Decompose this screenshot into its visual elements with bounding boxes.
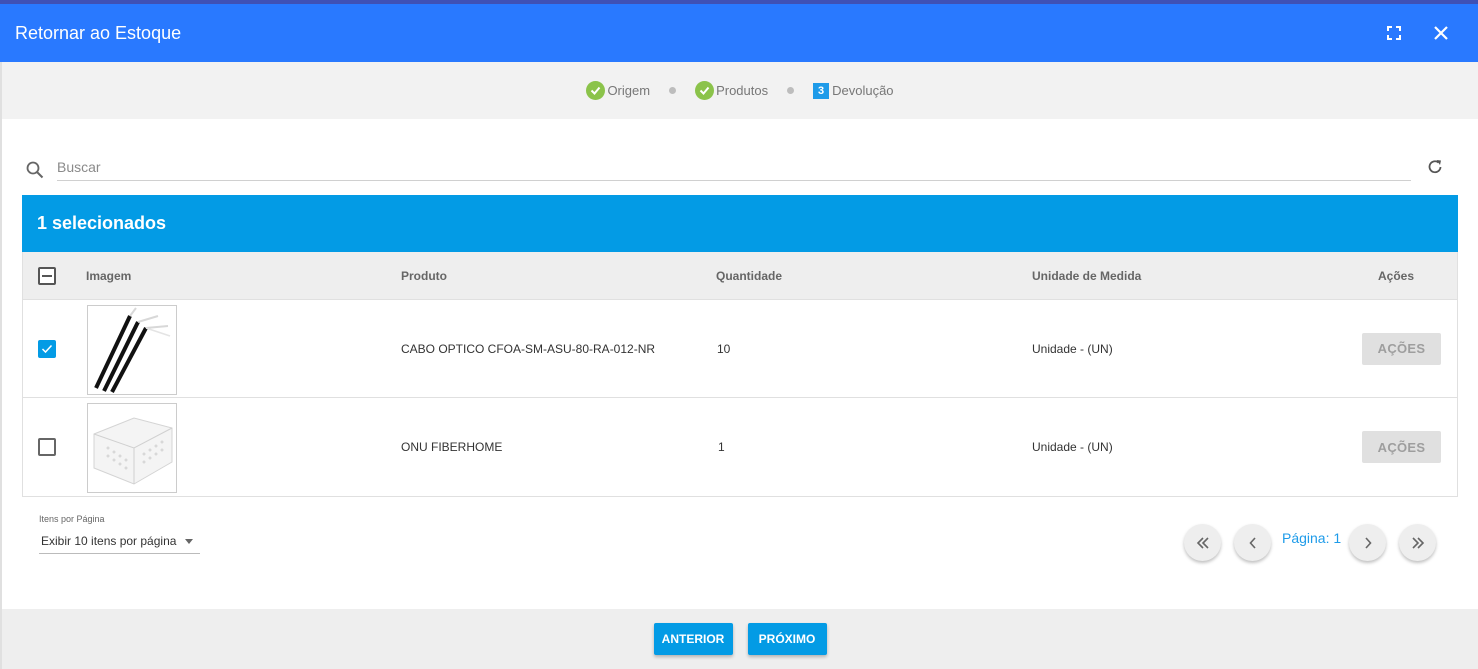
step-separator-dot xyxy=(787,87,795,94)
table-row: ONU FIBERHOME 1 Unidade - (UN) AÇÕES xyxy=(23,398,1457,496)
items-per-page-label: Itens por Página xyxy=(39,514,105,524)
chevron-left-icon xyxy=(1248,536,1256,549)
checkmark-icon xyxy=(41,344,53,353)
step-label: Produtos xyxy=(716,83,769,98)
close-button[interactable] xyxy=(1426,18,1456,48)
column-header-produto: Produto xyxy=(401,268,447,283)
previous-page-button[interactable] xyxy=(1234,524,1271,561)
row-checkbox[interactable] xyxy=(38,438,56,456)
column-header-unidade: Unidade de Medida xyxy=(1032,268,1142,283)
selection-count-bar: 1 selecionados xyxy=(22,195,1458,252)
last-page-button[interactable] xyxy=(1399,524,1436,561)
product-quantity: 10 xyxy=(717,341,731,356)
items-per-page: Itens por Página Exibir 10 itens por pág… xyxy=(39,514,200,554)
dialog-title: Retornar ao Estoque xyxy=(15,22,182,43)
step-devolucao: 3 Devolução xyxy=(813,82,894,99)
actions-button[interactable]: AÇÕES xyxy=(1362,332,1441,365)
select-all-checkbox[interactable] xyxy=(38,266,56,285)
double-chevron-right-icon xyxy=(1411,536,1424,549)
row-checkbox[interactable] xyxy=(38,339,56,358)
column-header-quantidade: Quantidade xyxy=(716,268,783,283)
selection-count-text: 1 selecionados xyxy=(37,213,167,233)
first-page-button[interactable] xyxy=(1184,524,1221,561)
products-table: Imagem Produto Quantidade Unidade de Med… xyxy=(22,252,1458,497)
check-circle-icon xyxy=(695,81,715,100)
fullscreen-icon xyxy=(1387,26,1401,40)
dropdown-arrow-icon xyxy=(185,539,193,544)
column-header-imagem: Imagem xyxy=(86,268,132,283)
current-page-text: Página: 1 xyxy=(1282,530,1342,546)
dialog-header: Retornar ao Estoque xyxy=(0,4,1478,62)
previous-step-button[interactable]: ANTERIOR xyxy=(653,623,733,655)
product-unit: Unidade - (UN) xyxy=(1032,440,1113,454)
step-origem: Origem xyxy=(586,81,650,100)
next-step-button[interactable]: PRÓXIMO xyxy=(747,623,827,655)
fullscreen-button[interactable] xyxy=(1379,18,1409,48)
step-label: Devolução xyxy=(832,83,894,98)
product-unit: Unidade - (UN) xyxy=(1032,341,1113,356)
dialog-footer: ANTERIOR PRÓXIMO xyxy=(2,609,1478,669)
step-label: Origem xyxy=(607,83,651,98)
search-input[interactable] xyxy=(57,153,1411,181)
step-separator-dot xyxy=(669,87,677,94)
items-per-page-value: Exibir 10 itens por página xyxy=(41,533,177,548)
chevron-right-icon xyxy=(1364,536,1372,549)
fiber-optic-cable-image xyxy=(87,305,177,395)
double-chevron-left-icon xyxy=(1196,536,1209,549)
product-name: CABO OPTICO CFOA-SM-ASU-80-RA-012-NR xyxy=(401,341,656,356)
step-number-badge: 3 xyxy=(813,82,830,99)
refresh-icon[interactable] xyxy=(1426,158,1444,176)
table-header: Imagem Produto Quantidade Unidade de Med… xyxy=(23,252,1457,300)
table-row: CABO OPTICO CFOA-SM-ASU-80-RA-012-NR 10 … xyxy=(23,300,1457,398)
product-quantity: 1 xyxy=(718,440,725,454)
check-circle-icon xyxy=(586,81,606,100)
items-per-page-select[interactable]: Exibir 10 itens por página xyxy=(39,528,200,554)
dialog-left-edge xyxy=(0,62,2,669)
step-produtos: Produtos xyxy=(695,81,768,100)
onu-device-image xyxy=(87,403,177,493)
product-name: ONU FIBERHOME xyxy=(401,440,503,454)
next-page-button[interactable] xyxy=(1349,524,1386,561)
actions-button[interactable]: AÇÕES xyxy=(1362,431,1441,463)
close-icon xyxy=(1434,26,1448,40)
search-bar xyxy=(22,150,1458,184)
search-icon xyxy=(26,161,44,179)
wizard-stepper: Origem Produtos 3 Devolução xyxy=(2,62,1478,119)
column-header-acoes: Ações xyxy=(1378,268,1415,283)
